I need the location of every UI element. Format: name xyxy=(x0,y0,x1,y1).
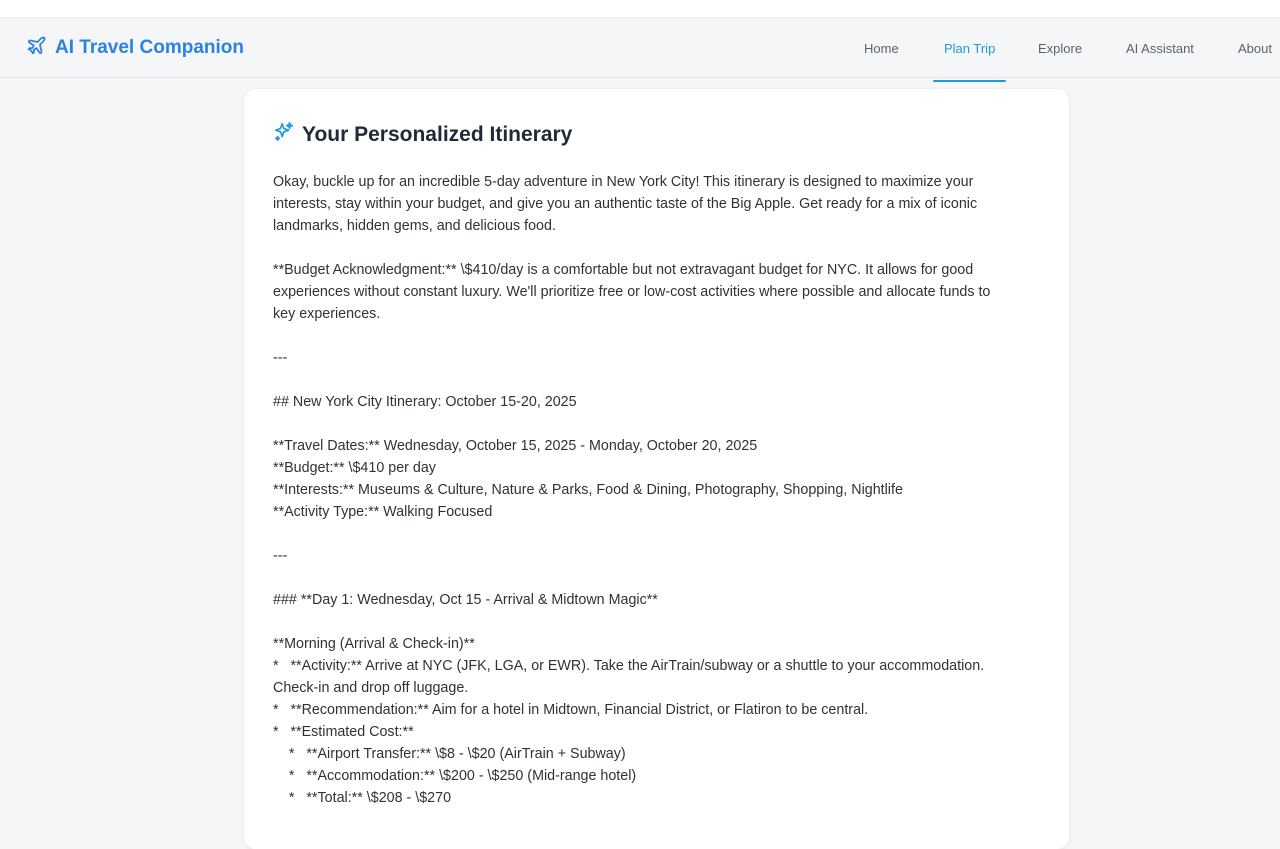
brand-title: AI Travel Companion xyxy=(55,37,244,58)
itinerary-line: ### **Day 1: Wednesday, Oct 15 - Arrival… xyxy=(273,592,658,608)
itinerary-title: Your Personalized Itinerary xyxy=(302,123,573,146)
itinerary-line: --- xyxy=(273,350,288,366)
itinerary-line: **Travel Dates:** Wednesday, October 15,… xyxy=(273,438,758,454)
itinerary-line xyxy=(273,237,1043,259)
top-navbar: AI Travel Companion Home Plan Trip Explo… xyxy=(0,18,1280,82)
nav-ai-assistant[interactable]: AI Assistant xyxy=(1126,40,1194,58)
active-tab-indicator xyxy=(933,80,1006,82)
itinerary-line xyxy=(273,567,1043,589)
itinerary-line: experiences without constant luxury. We'… xyxy=(273,284,991,300)
nav-about[interactable]: About xyxy=(1238,40,1272,58)
itinerary-line: * **Total:** \$208 - \$270 xyxy=(273,790,452,806)
itinerary-line xyxy=(273,413,1043,435)
plane-icon xyxy=(26,35,47,62)
itinerary-line: **Budget:** \$410 per day xyxy=(273,460,436,476)
itinerary-line xyxy=(273,611,1043,633)
itinerary-line: **Activity Type:** Walking Focused xyxy=(273,504,493,520)
brand-logo[interactable]: AI Travel Companion xyxy=(26,34,244,62)
itinerary-line: Okay, buckle up for an incredible 5-day … xyxy=(273,174,974,190)
itinerary-line: * **Activity:** Arrive at NYC (JFK, LGA,… xyxy=(273,658,985,674)
itinerary-line: * **Airport Transfer:** \$8 - \$20 (AirT… xyxy=(273,746,626,762)
nav-home[interactable]: Home xyxy=(864,40,899,58)
itinerary-line: * **Recommendation:** Aim for a hotel in… xyxy=(273,702,869,718)
itinerary-line xyxy=(273,325,1043,347)
itinerary-line: Check-in and drop off luggage. xyxy=(273,680,469,696)
itinerary-line xyxy=(273,369,1043,391)
itinerary-text: Okay, buckle up for an incredible 5-day … xyxy=(273,171,1043,809)
sparkles-icon xyxy=(273,121,295,149)
itinerary-line: landmarks, hidden gems, and delicious fo… xyxy=(273,218,556,234)
itinerary-line: **Morning (Arrival & Check-in)** xyxy=(273,636,475,652)
itinerary-line: * **Accommodation:** \$200 - \$250 (Mid-… xyxy=(273,768,637,784)
itinerary-line: **Budget Acknowledgment:** \$410/day is … xyxy=(273,262,974,278)
itinerary-line: **Interests:** Museums & Culture, Nature… xyxy=(273,482,903,498)
itinerary-line: interests, stay within your budget, and … xyxy=(273,196,978,212)
itinerary-line xyxy=(273,523,1043,545)
browser-top-strip xyxy=(0,0,1280,18)
itinerary-line: ## New York City Itinerary: October 15-2… xyxy=(273,394,577,410)
nav-plan-trip[interactable]: Plan Trip xyxy=(944,40,995,58)
itinerary-line: --- xyxy=(273,548,288,564)
itinerary-line: * **Estimated Cost:** xyxy=(273,724,414,740)
nav-explore[interactable]: Explore xyxy=(1038,40,1082,58)
itinerary-heading: Your Personalized Itinerary xyxy=(273,122,572,148)
itinerary-line: key experiences. xyxy=(273,306,381,322)
itinerary-card: Your Personalized Itinerary Okay, buckle… xyxy=(244,89,1069,849)
